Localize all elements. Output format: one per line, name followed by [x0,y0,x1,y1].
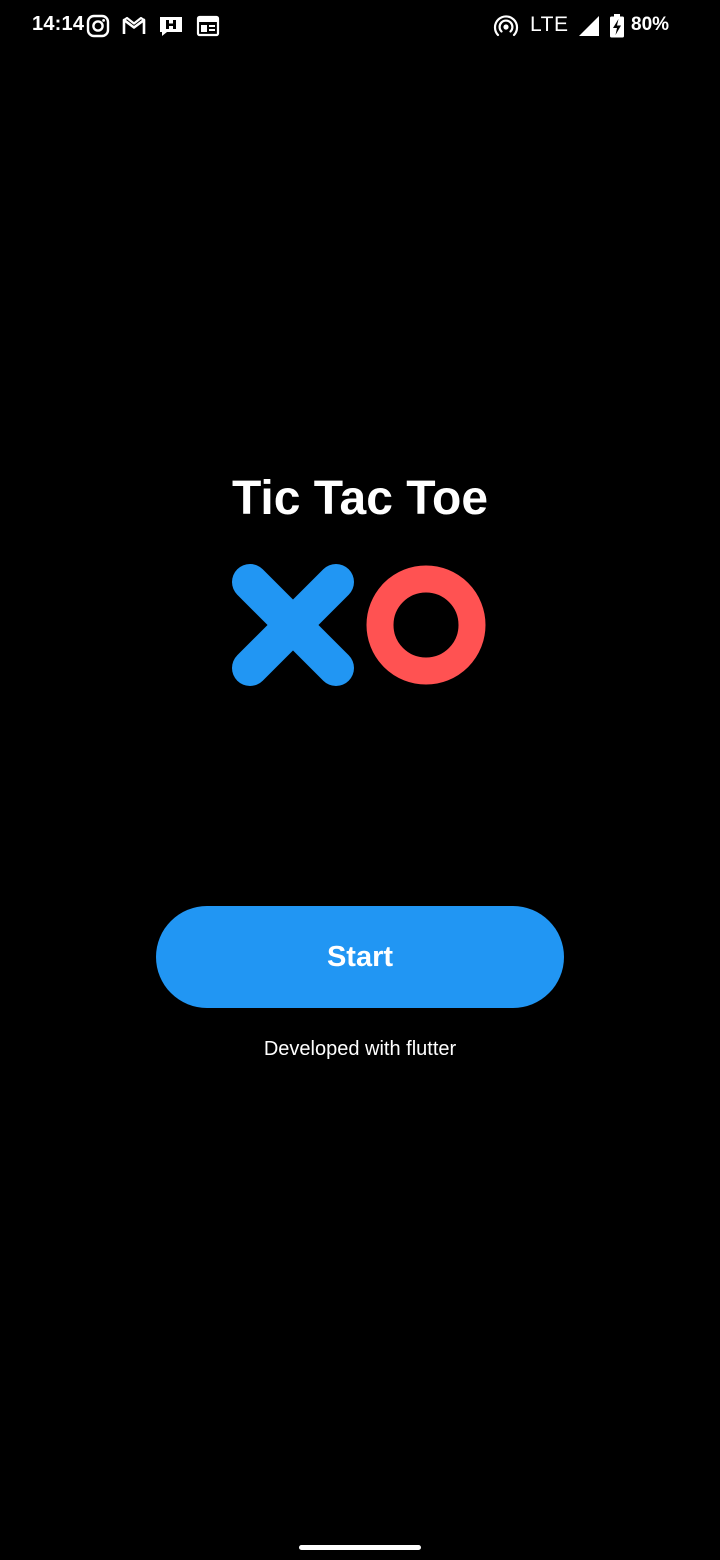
home-indicator[interactable] [299,1545,421,1550]
gmail-icon [122,16,146,34]
signal-icon [579,16,599,36]
o-mark-icon [366,565,486,685]
hotspot-icon [493,15,519,37]
start-button[interactable]: Start [156,906,564,1008]
app-title: Tic Tac Toe [231,472,489,525]
xo-logo [232,564,486,686]
battery-charging-icon [610,14,624,38]
status-bar: 14:14 LTE 80% [0,0,720,54]
network-type-label: LTE [530,13,569,36]
status-time: 14:14 [32,13,85,35]
chat-icon [160,17,182,36]
x-mark-icon [232,564,354,686]
developer-credit: Developed with flutter [263,1038,457,1060]
instagram-icon [86,14,110,38]
battery-percentage: 80% [631,14,670,35]
calendar-icon [196,15,220,37]
